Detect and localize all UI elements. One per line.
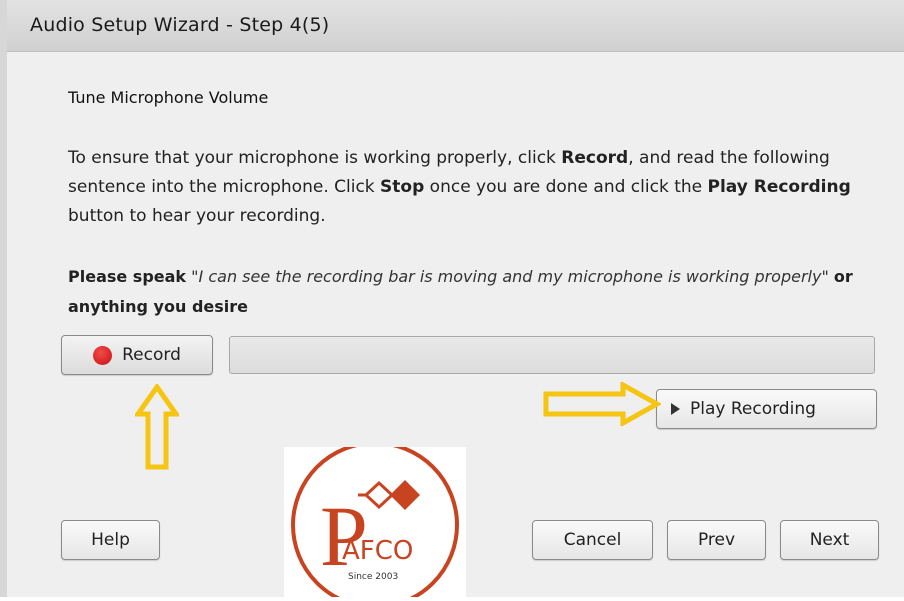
arrow-up-icon	[135, 384, 179, 470]
logo-text: AFCO	[342, 536, 413, 566]
prev-button[interactable]: Prev	[667, 520, 766, 560]
pafco-logo-graphic: P AFCO Since 2003	[291, 441, 459, 601]
play-recording-button[interactable]: Play Recording	[656, 389, 877, 429]
instructions-text: To ensure that your microphone is workin…	[68, 144, 868, 231]
instructions-part-4: button to hear your recording.	[68, 206, 326, 226]
help-button[interactable]: Help	[61, 520, 160, 560]
record-button[interactable]: Record	[61, 335, 213, 375]
play-recording-label: Play Recording	[690, 399, 816, 419]
speak-prompt: Please speak "I can see the recording ba…	[68, 262, 868, 322]
title-bar[interactable]: Audio Setup Wizard - Step 4(5)	[7, 0, 904, 52]
recording-level-bar	[229, 336, 875, 374]
next-button-label: Next	[809, 530, 850, 550]
instructions-record-keyword: Record	[561, 148, 629, 168]
prompt-lead: Please speak	[68, 267, 187, 286]
cancel-button[interactable]: Cancel	[532, 520, 653, 560]
instructions-stop-keyword: Stop	[380, 177, 425, 197]
record-dot-icon	[93, 345, 113, 365]
next-button[interactable]: Next	[780, 520, 879, 560]
logo-tagline: Since 2003	[348, 572, 398, 582]
record-button-label: Record	[122, 345, 181, 365]
prompt-quote: "I can see the recording bar is moving a…	[191, 267, 829, 286]
instructions-part-3: once you are done and click the	[424, 177, 708, 197]
cancel-button-label: Cancel	[563, 530, 622, 550]
window-title: Audio Setup Wizard - Step 4(5)	[30, 14, 330, 36]
instructions-part-1: To ensure that your microphone is workin…	[68, 148, 562, 168]
play-triangle-icon	[671, 403, 680, 415]
instructions-play-keyword: Play Recording	[707, 177, 851, 197]
section-heading: Tune Microphone Volume	[68, 88, 269, 107]
help-button-label: Help	[91, 530, 130, 550]
audio-setup-wizard-dialog: Audio Setup Wizard - Step 4(5) Tune Micr…	[0, 0, 904, 601]
prev-button-label: Prev	[697, 530, 736, 550]
pafco-logo: P AFCO Since 2003	[284, 441, 466, 601]
arrow-right-icon	[543, 382, 661, 426]
